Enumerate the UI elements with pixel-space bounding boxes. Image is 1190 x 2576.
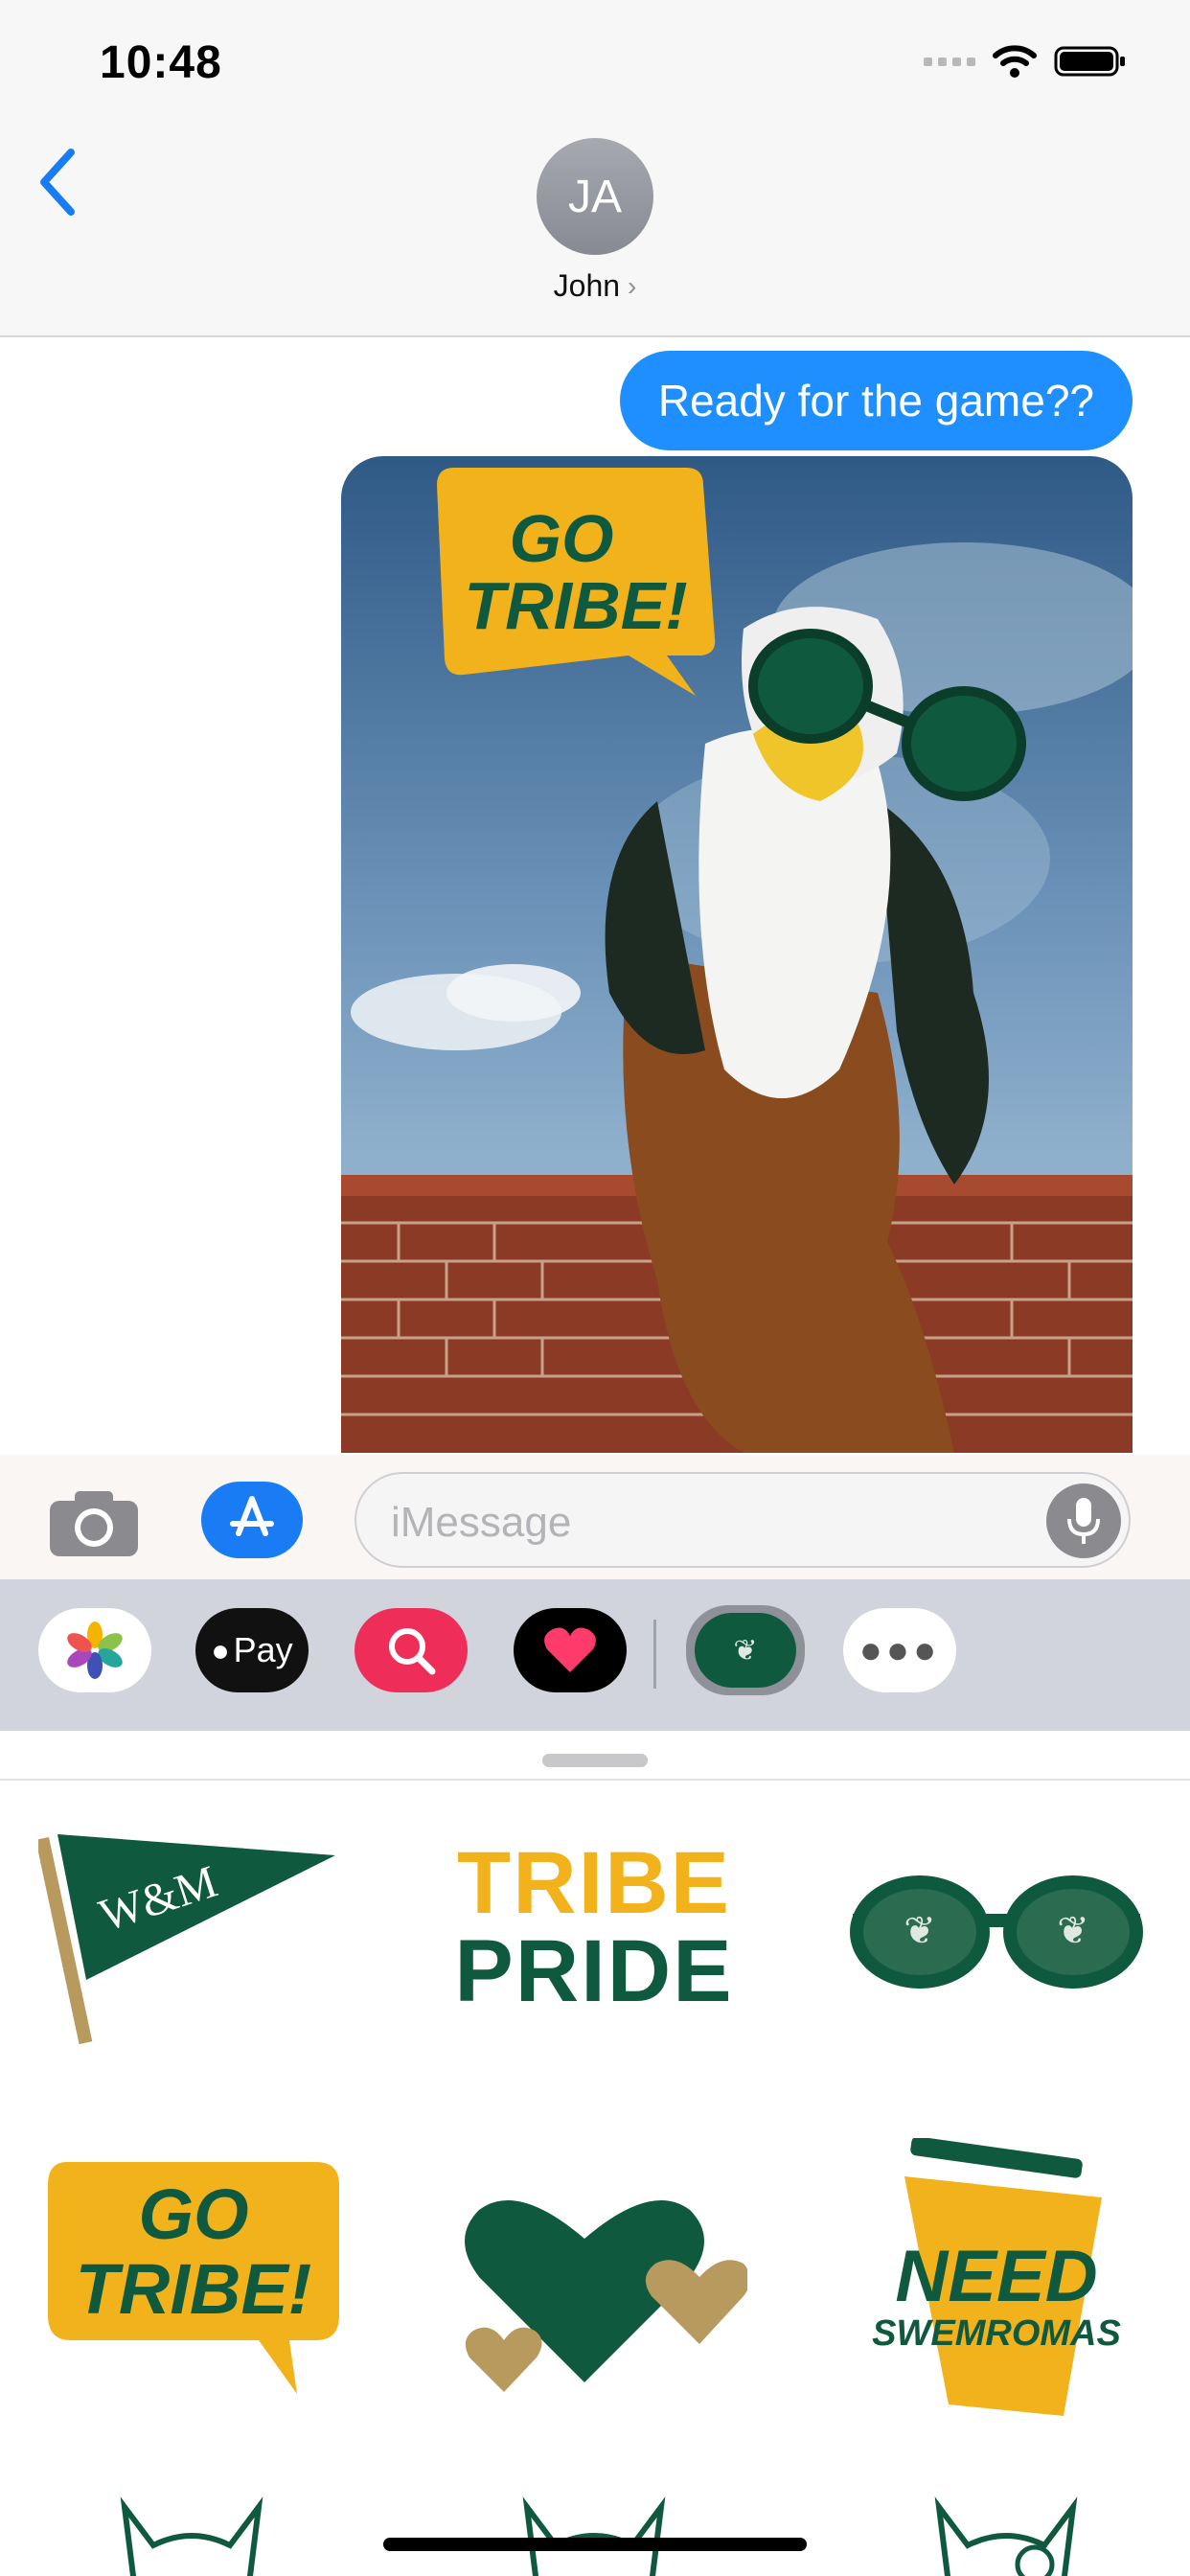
more-icon: ●●● bbox=[858, 1628, 941, 1671]
drawer-divider bbox=[653, 1620, 656, 1689]
svg-text:❦: ❦ bbox=[1057, 1909, 1089, 1952]
griffin-sticker-2[interactable] bbox=[489, 2488, 699, 2576]
status-time: 10:48 bbox=[100, 37, 222, 88]
tribe-pride-line1: TRIBE bbox=[457, 1834, 731, 1932]
status-icons bbox=[924, 42, 1127, 80]
go-tribe-sticker[interactable]: GO TRIBE! bbox=[38, 2152, 345, 2411]
griffin-sticker-3[interactable] bbox=[901, 2488, 1111, 2576]
chevron-left-icon bbox=[40, 149, 75, 216]
griffin-head-icon bbox=[522, 2496, 666, 2576]
contact-name-button[interactable]: John › bbox=[0, 268, 1190, 304]
microphone-icon bbox=[1067, 1498, 1100, 1544]
sent-photo-message[interactable]: GO TRIBE! bbox=[341, 456, 1133, 1453]
photos-app-button[interactable] bbox=[38, 1608, 151, 1692]
contact-name: John bbox=[553, 268, 621, 303]
pennant-icon: W&M bbox=[38, 1834, 335, 2045]
panel-grabber[interactable] bbox=[542, 1754, 648, 1767]
conversation-header: 10:48 JA John › bbox=[0, 0, 1190, 337]
tribe-pride-sticker[interactable]: TRIBE PRIDE bbox=[441, 1798, 747, 2057]
go-tribe-sticker-line1: GO bbox=[510, 501, 614, 576]
compose-bar: iMessage bbox=[0, 1455, 1190, 1579]
griffin-sticker-1[interactable] bbox=[86, 2488, 297, 2576]
go-tribe-line1: GO bbox=[138, 2174, 248, 2254]
sticker-panel: W&M TRIBE PRIDE ❦ ❦ GO TRIBE! NEED SWEMR… bbox=[0, 1731, 1190, 2576]
apple-pay-app-button[interactable]: ● Pay bbox=[195, 1608, 309, 1692]
app-store-button[interactable] bbox=[201, 1482, 303, 1558]
tribe-pride-line2: PRIDE bbox=[454, 1922, 734, 2020]
heart-icon bbox=[544, 1627, 596, 1672]
sunglasses-icon: ❦ ❦ bbox=[850, 1875, 1143, 1989]
coffee-cup-icon: NEED SWEMROMAS bbox=[872, 2138, 1121, 2416]
photos-app-icon bbox=[67, 1622, 123, 1679]
camera-button[interactable] bbox=[46, 1484, 142, 1560]
need-line2: SWEMROMAS bbox=[872, 2313, 1121, 2354]
mascot-photo: GO TRIBE! bbox=[341, 468, 1133, 1453]
need-line1: NEED bbox=[895, 2236, 1097, 2317]
battery-icon bbox=[1054, 46, 1125, 77]
apple-pay-label: Pay bbox=[233, 1630, 293, 1669]
speech-bubble-icon: GO TRIBE! bbox=[48, 2162, 339, 2394]
camera-icon bbox=[50, 1491, 138, 1556]
messages-screen: 10:48 JA John › Ready for the game?? GO … bbox=[0, 0, 1190, 2576]
wm-pennant-sticker[interactable]: W&M bbox=[38, 1798, 345, 2057]
app-store-icon bbox=[230, 1496, 274, 1536]
digital-touch-app-button[interactable] bbox=[514, 1608, 627, 1692]
wifi-icon bbox=[993, 45, 1037, 78]
svg-text:❦: ❦ bbox=[904, 1909, 936, 1952]
go-tribe-line2: TRIBE! bbox=[76, 2249, 312, 2329]
more-apps-button[interactable]: ●●● bbox=[843, 1608, 956, 1692]
cellular-signal-icon bbox=[924, 57, 975, 66]
sent-message-bubble[interactable]: Ready for the game?? bbox=[619, 351, 1133, 450]
chevron-right-icon: › bbox=[628, 270, 637, 301]
sunglasses-sticker[interactable]: ❦ ❦ bbox=[843, 1798, 1150, 2057]
search-images-app-icon bbox=[389, 1628, 436, 1675]
image-search-app-button[interactable] bbox=[355, 1608, 468, 1692]
griffin-head-icon bbox=[934, 2496, 1078, 2576]
griffin-head-icon bbox=[120, 2496, 263, 2576]
need-swemromas-sticker[interactable]: NEED SWEMROMAS bbox=[843, 2138, 1150, 2416]
imessage-app-drawer: ● Pay ❦ ●●● bbox=[0, 1579, 1190, 1731]
hearts-sticker[interactable] bbox=[441, 2152, 747, 2411]
contact-avatar[interactable]: JA bbox=[537, 138, 653, 255]
message-input-placeholder: iMessage bbox=[391, 1499, 572, 1546]
go-tribe-sticker-line2: TRIBE! bbox=[464, 568, 687, 643]
apple-logo-icon: ● bbox=[211, 1632, 230, 1668]
wm-stickers-app-icon: ❦ bbox=[695, 1613, 796, 1688]
back-button[interactable] bbox=[29, 144, 86, 220]
hearts-icon bbox=[465, 2200, 747, 2392]
message-input[interactable]: iMessage bbox=[355, 1472, 1131, 1568]
panel-divider bbox=[0, 1779, 1190, 1781]
home-indicator[interactable] bbox=[383, 2538, 807, 2551]
dictation-button[interactable] bbox=[1046, 1484, 1121, 1558]
wm-stickers-app-button[interactable]: ❦ bbox=[686, 1605, 805, 1695]
